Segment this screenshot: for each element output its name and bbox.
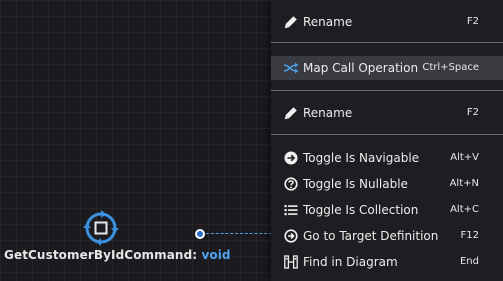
context-menu: Rename F2 Map Call Operation Ctrl+Space	[271, 0, 503, 281]
menu-item-toggle-is-navigable[interactable]: Toggle Is Navigable Alt+V	[271, 146, 503, 170]
menu-separator	[271, 134, 503, 135]
element-name: GetCustomerByIdCommand:	[4, 248, 198, 262]
diagram-canvas[interactable]: GetCustomerByIdCommand: void Rename F2 M…	[0, 0, 503, 281]
menu-separator	[271, 90, 503, 91]
pencil-icon	[283, 105, 299, 121]
pencil-icon	[283, 14, 299, 30]
list-icon	[283, 202, 299, 218]
target-arrow-icon	[283, 228, 299, 244]
menu-item-rename[interactable]: Rename F2	[271, 10, 503, 34]
menu-item-find-in-diagram[interactable]: Find in Diagram End	[271, 250, 503, 274]
find-in-diagram-icon	[283, 254, 299, 270]
question-circle-icon	[283, 176, 299, 192]
menu-item-toggle-is-collection[interactable]: Toggle Is Collection Alt+C	[271, 198, 503, 222]
connection-point[interactable]	[195, 229, 205, 239]
menu-item-rename-2[interactable]: Rename F2	[271, 101, 503, 125]
menu-separator	[271, 42, 503, 43]
association-line[interactable]	[206, 233, 272, 234]
element-type: void	[201, 248, 231, 262]
command-element[interactable]: GetCustomerByIdCommand: void	[0, 206, 231, 266]
element-label[interactable]: GetCustomerByIdCommand: void	[4, 248, 231, 262]
menu-item-map-call-operation[interactable]: Map Call Operation Ctrl+Space	[271, 56, 503, 80]
command-icon	[82, 209, 120, 247]
menu-item-toggle-is-nullable[interactable]: Toggle Is Nullable Alt+N	[271, 172, 503, 196]
menu-item-go-to-target-definition[interactable]: Go to Target Definition F12	[271, 224, 503, 248]
arrow-circle-icon	[283, 150, 299, 166]
map-icon	[283, 60, 299, 76]
